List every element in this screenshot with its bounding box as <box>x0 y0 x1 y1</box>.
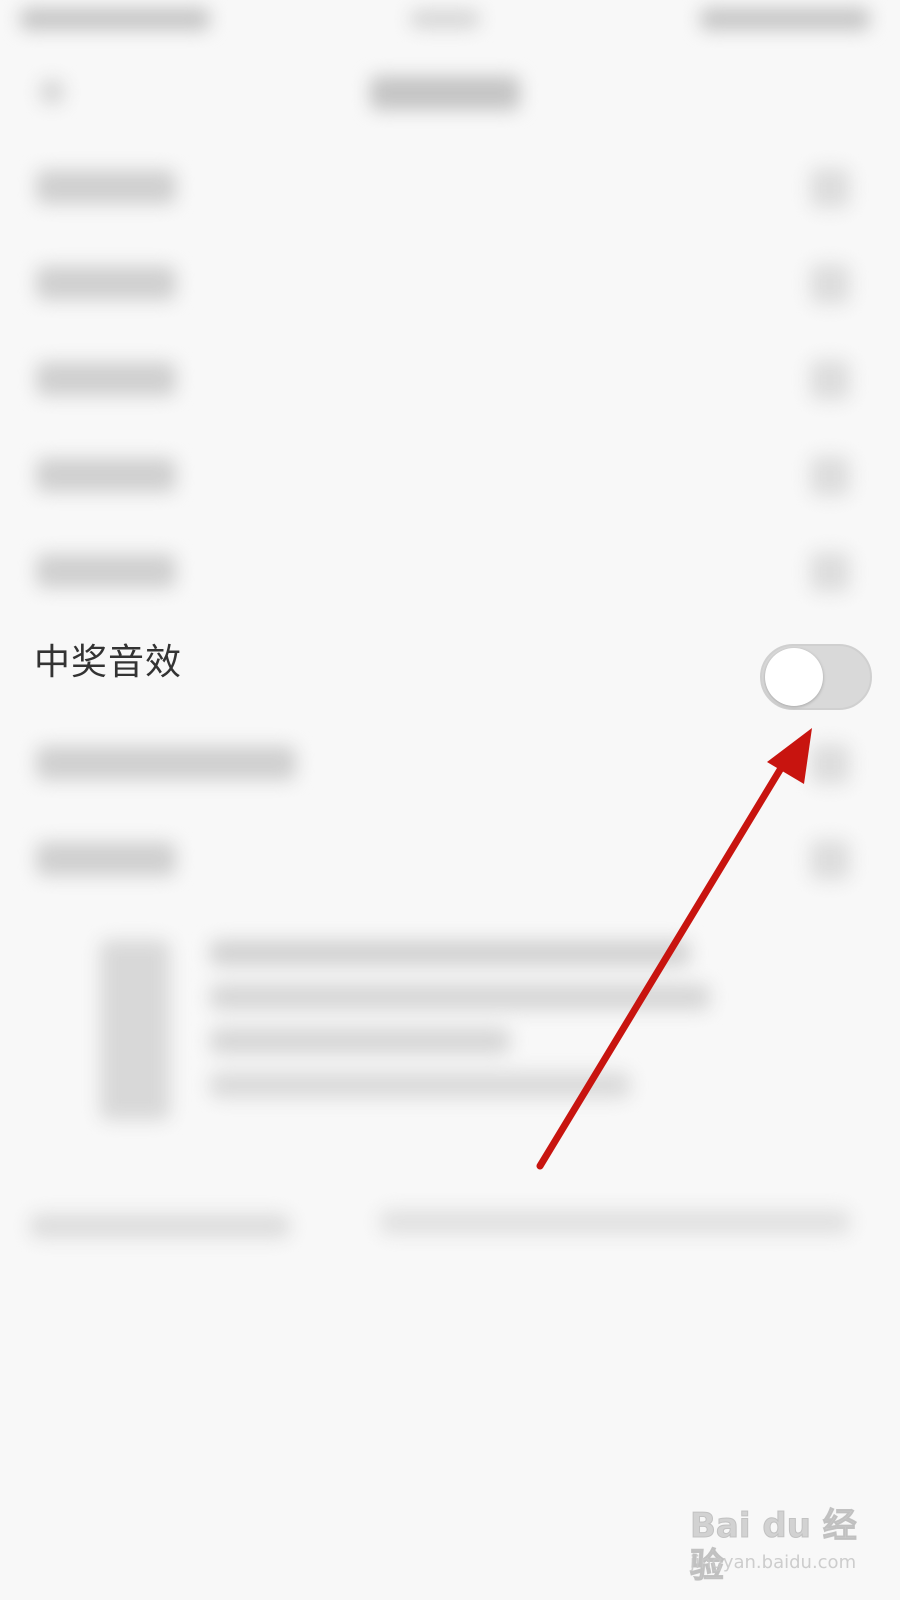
nav-bar <box>0 40 900 140</box>
settings-row[interactable] <box>0 716 900 812</box>
settings-row[interactable] <box>0 236 900 332</box>
win-sound-toggle[interactable] <box>760 644 872 710</box>
status-bar <box>0 0 900 40</box>
settings-row[interactable] <box>0 524 900 620</box>
blurred-background <box>0 0 900 1600</box>
setting-label: 中奖音效 <box>34 642 183 683</box>
setting-row-win-sound[interactable]: 中奖音效 <box>0 614 900 714</box>
settings-row[interactable] <box>0 140 900 236</box>
baidu-jingyan-watermark: Bai du 经验 jingyan.baidu.com <box>690 1506 890 1587</box>
watermark-url: jingyan.baidu.com <box>690 1552 857 1573</box>
watermark-logo: Bai du 经验 <box>690 1506 858 1587</box>
footer-text <box>30 1200 870 1260</box>
settings-row[interactable] <box>0 332 900 428</box>
settings-row[interactable] <box>0 428 900 524</box>
info-card <box>80 920 720 1140</box>
settings-row[interactable] <box>0 812 900 908</box>
toggle-knob <box>765 648 823 706</box>
